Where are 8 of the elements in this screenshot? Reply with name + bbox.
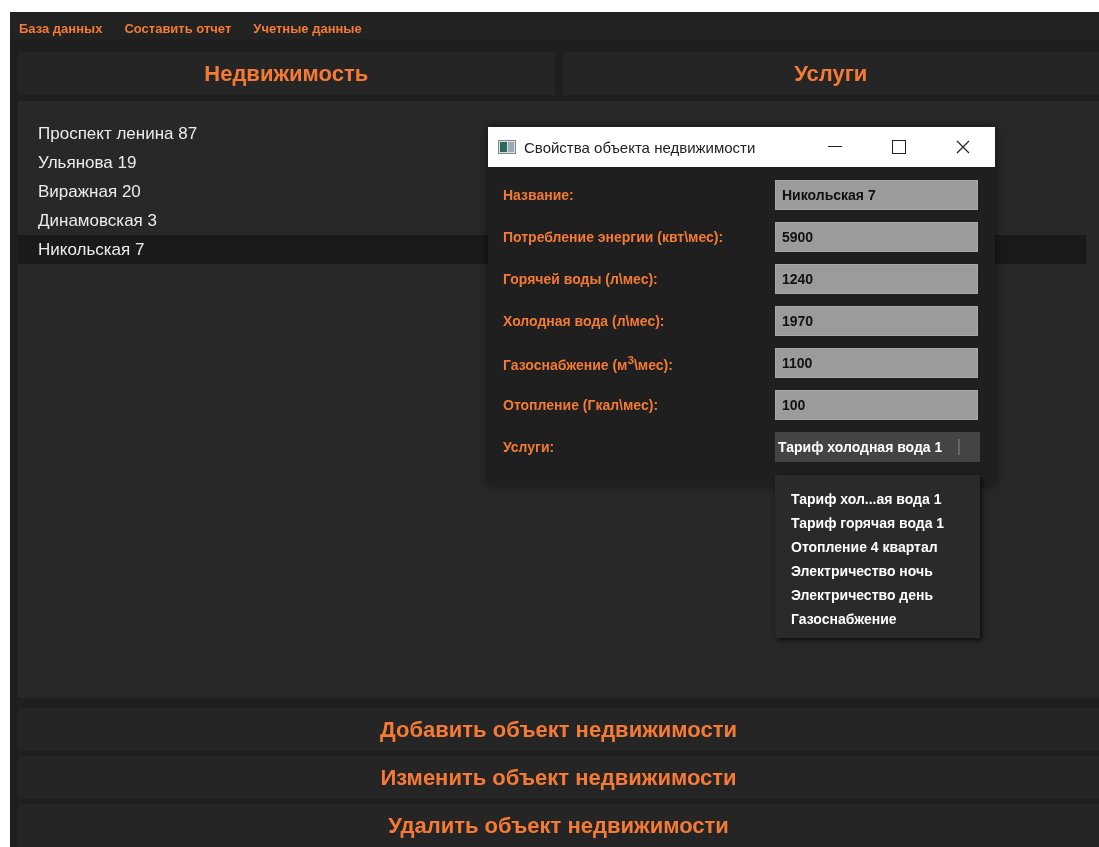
window-title: Свойства объекта недвижимости: [524, 138, 757, 156]
field-label: Горячей воды (л\мес):: [503, 271, 659, 287]
field-label: Потребление энергии (квт\мес):: [503, 229, 725, 245]
field-label: Газоснабжение (м$^{3}$\мес):: [503, 353, 674, 373]
field-label: Холодная вода (л\мес):: [503, 313, 666, 329]
field-label: Услуги:: [503, 439, 556, 455]
field-label: Отопление (Гкал\мес):: [503, 397, 660, 413]
field-label: Название:: [503, 187, 575, 203]
